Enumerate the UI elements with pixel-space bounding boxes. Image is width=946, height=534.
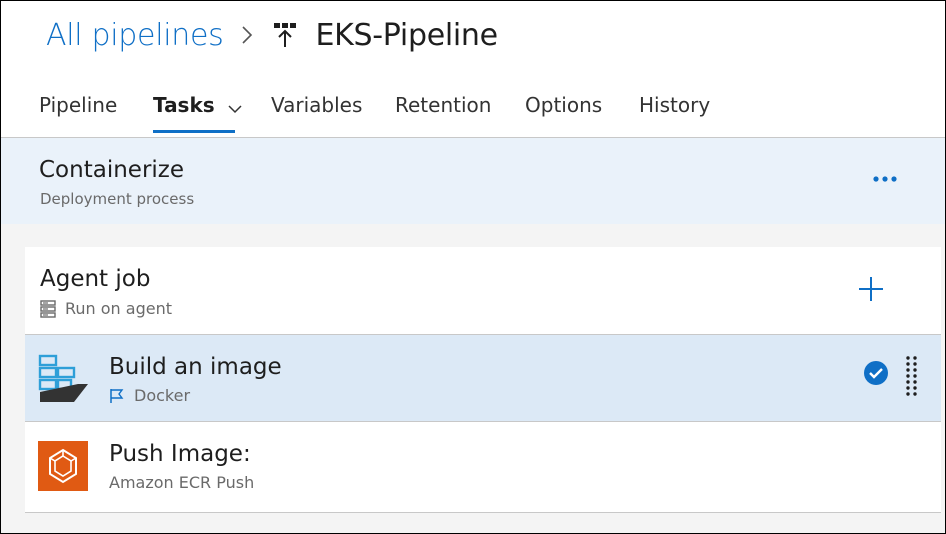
tab-pipeline[interactable]: Pipeline [39,93,117,139]
more-actions-icon [873,176,897,182]
jobs-area: Agent job Run on agent Build an image Do… [1,224,945,533]
server-icon [40,299,56,318]
tab-history[interactable]: History [639,93,710,139]
tab-variables[interactable]: Variables [271,93,362,139]
more-actions-button[interactable] [871,168,899,190]
deployment-process-header[interactable]: Containerize Deployment process [1,137,945,225]
tab-retention[interactable]: Retention [395,93,491,139]
flag-icon [109,388,125,404]
task-title: Build an image [109,354,282,380]
chevron-right-icon [241,25,253,45]
task-row[interactable]: Build an image Docker [25,335,941,422]
add-task-button[interactable] [857,275,885,303]
checkmark-circle-icon[interactable] [863,360,889,386]
all-pipelines-link[interactable]: All pipelines [46,18,224,53]
drag-handle-icon[interactable] [905,355,919,399]
active-tab-indicator [153,130,235,133]
agent-job-panel: Agent job Run on agent Build an image Do… [25,247,941,513]
tab-options[interactable]: Options [525,93,602,139]
plus-icon [859,277,883,301]
process-title: Containerize [39,157,185,183]
agent-job-subtitle: Run on agent [40,299,172,318]
task-title: Push Image: [109,441,251,467]
page-title: EKS-Pipeline [315,17,498,53]
app-window: All pipelines EKS-Pipeline Pipeline Task… [0,0,946,534]
docker-icon [38,354,90,406]
process-subtitle: Deployment process [40,190,195,208]
task-subtitle: Amazon ECR Push [109,473,254,492]
agent-job-title: Agent job [40,266,151,292]
agent-job-subtitle-text: Run on agent [65,299,172,318]
tab-tasks-label: Tasks [153,93,215,117]
pipeline-release-icon [273,22,297,48]
task-subtitle: Docker [109,386,190,405]
task-subtitle-text: Docker [134,386,191,405]
chevron-down-icon [228,95,242,119]
task-subtitle-text: Amazon ECR Push [109,473,255,492]
task-row[interactable]: Push Image: Amazon ECR Push [25,422,941,510]
agent-job-row[interactable]: Agent job Run on agent [25,247,941,335]
amazon-ecr-icon [38,441,90,493]
breadcrumb: All pipelines EKS-Pipeline [46,15,498,55]
